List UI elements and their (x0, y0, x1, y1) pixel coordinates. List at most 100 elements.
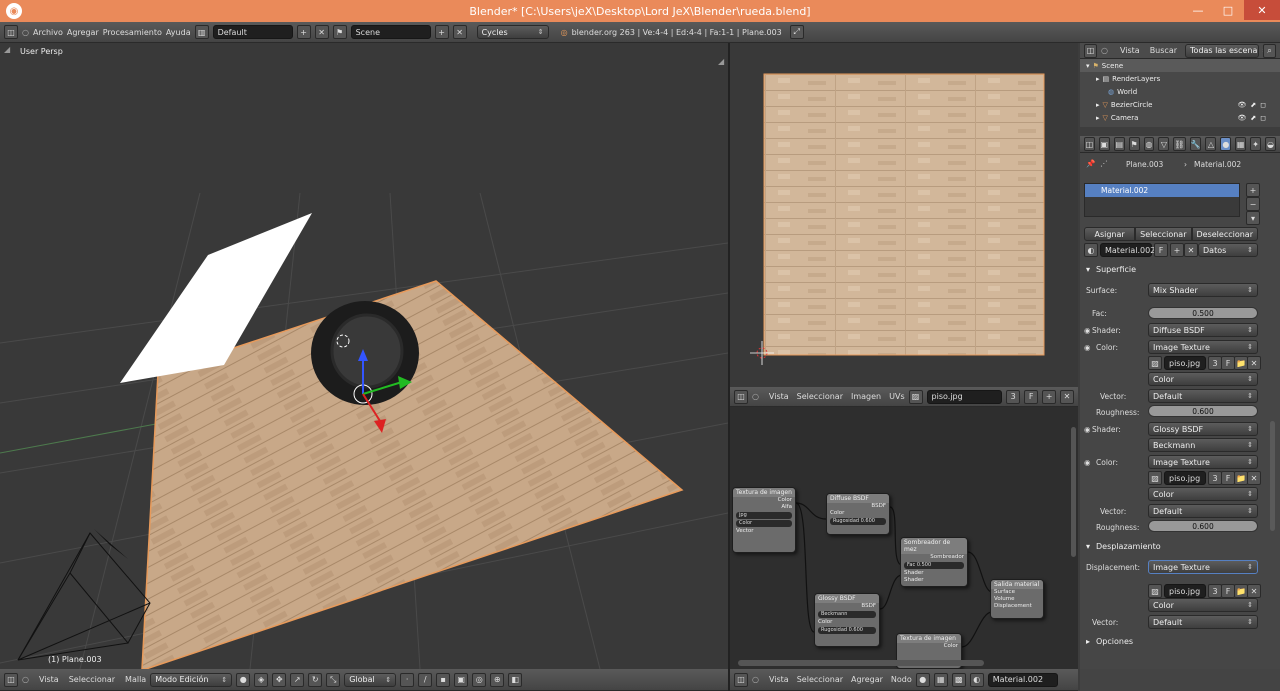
menu-toggle-icon[interactable]: ○ (22, 28, 29, 37)
select-button[interactable]: Seleccionar (1135, 227, 1192, 241)
shader2-dropdown[interactable]: Glossy BSDF (1148, 422, 1258, 436)
3d-viewport[interactable]: User Persp (1) Plane.003 ◢ ◢ (0, 43, 728, 669)
vector3-dropdown[interactable]: Default (1148, 615, 1258, 629)
editor-type-icon[interactable]: ◫ (4, 25, 18, 39)
pin-icon[interactable]: 📌 (1086, 159, 1095, 168)
snap-icon[interactable]: ⊕ (490, 672, 505, 687)
options-panel-title[interactable]: Opciones (1096, 637, 1133, 646)
outliner-filter-dropdown[interactable]: Todas las escena (1185, 43, 1260, 58)
color1-dropdown[interactable]: Image Texture (1148, 340, 1258, 354)
menu-nodo[interactable]: Nodo (891, 675, 912, 684)
node-color-select[interactable]: Color (736, 520, 792, 527)
outliner-item-beziercircle[interactable]: ▸ ▽ BezierCircle 👁⬈◻ (1080, 98, 1280, 111)
img2-field[interactable]: piso.jpg (1164, 471, 1206, 485)
editor-type-icon[interactable]: ◫ (1084, 137, 1095, 151)
img1-fake[interactable]: F (1221, 356, 1235, 370)
node-roughness-field[interactable]: Rugosidad 0.600 (830, 518, 886, 525)
layout-remove-icon[interactable]: ✕ (314, 25, 329, 39)
img1-field[interactable]: piso.jpg (1164, 356, 1206, 370)
expand-icon[interactable]: ▾ (1086, 62, 1090, 70)
image-unlink-icon[interactable]: ✕ (1060, 389, 1074, 404)
socket-color-in[interactable]: Color (815, 619, 879, 626)
socket-surface-in[interactable]: Surface (991, 589, 1043, 596)
fullscreen-icon[interactable]: ⤢ (789, 25, 804, 39)
data-tab-icon[interactable]: △ (1205, 137, 1217, 151)
layout-add-icon[interactable]: + (296, 25, 311, 39)
image-browse-icon[interactable]: ▨ (1148, 584, 1162, 598)
node-roughness-field[interactable]: Rugosidad 0.600 (818, 627, 876, 634)
menu-toggle-icon[interactable]: ○ (752, 675, 759, 684)
expand-icon[interactable]: ▸ (1096, 101, 1100, 109)
assign-button[interactable]: Asignar (1084, 227, 1136, 241)
corner-handle-icon[interactable]: ◢ (718, 57, 724, 66)
img3-color-dropdown[interactable]: Color (1148, 598, 1258, 612)
material-fake-user[interactable]: F (1154, 243, 1168, 257)
constraints-tab-icon[interactable]: ⛓ (1173, 137, 1186, 151)
node-image-texture[interactable]: Textura de imagen Color Alfa jpg Color V… (732, 487, 796, 553)
modifiers-tab-icon[interactable]: 🔧 (1189, 137, 1202, 151)
scene-remove-icon[interactable]: ✕ (452, 25, 467, 39)
shader-nodes-icon[interactable]: ● (915, 672, 930, 687)
menu-agregar[interactable]: Agregar (851, 675, 883, 684)
img1-color-dropdown[interactable]: Color (1148, 372, 1258, 386)
rough1-slider[interactable]: 0.600 (1148, 405, 1258, 417)
menu-agregar[interactable]: Agregar (67, 28, 99, 37)
visibility-icons[interactable]: 👁⬈◻ (1237, 101, 1270, 109)
editor-type-icon[interactable]: ◫ (734, 389, 748, 404)
search-icon[interactable]: ⌕ (1263, 43, 1276, 58)
expand-icon[interactable]: ▸ (1096, 114, 1100, 122)
screen-layout-icon[interactable]: ▥ (194, 25, 209, 39)
scale-icon[interactable]: ⤡ (326, 672, 341, 687)
outliner[interactable]: ▾ ⚑ Scene ▸ ▤ RenderLayers ◍ World ▸ ▽ B… (1080, 59, 1280, 127)
img2-fake[interactable]: F (1221, 471, 1235, 485)
world-tab-icon[interactable]: ◍ (1143, 137, 1155, 151)
expand-icon[interactable]: ▸ (1096, 75, 1100, 83)
close-button[interactable]: ✕ (1244, 0, 1280, 20)
node-diffuse-bsdf[interactable]: Diffuse BSDF BSDF Color Rugosidad 0.600 (826, 493, 890, 535)
img2-unlink-icon[interactable]: ✕ (1247, 471, 1261, 485)
node-editor[interactable]: Textura de imagen Color Alfa jpg Color V… (730, 407, 1078, 669)
image-browse-icon[interactable]: ▨ (1148, 356, 1162, 370)
vector2-dropdown[interactable]: Default (1148, 504, 1258, 518)
orientation-dropdown[interactable]: Global (344, 672, 397, 687)
viewport-shading-icon[interactable]: ● (236, 672, 251, 687)
socket-alpha-out[interactable]: Alfa (733, 504, 795, 511)
render-preview-icon[interactable]: ◧ (508, 672, 523, 687)
visibility-icons[interactable]: 👁⬈◻ (1237, 114, 1270, 122)
material-unlink-icon[interactable]: ✕ (1184, 243, 1198, 257)
render-tab-icon[interactable]: ▣ (1098, 137, 1110, 151)
outliner-item-camera[interactable]: ▸ ▽ Camera 👁⬈◻ (1080, 111, 1280, 124)
socket-icon[interactable]: ◉ (1084, 343, 1091, 352)
menu-malla[interactable]: Malla (125, 675, 146, 684)
texture-nodes-icon[interactable]: ▩ (951, 672, 966, 687)
corner-handle-icon[interactable]: ◢ (4, 45, 10, 54)
maximize-button[interactable]: □ (1214, 0, 1242, 20)
menu-buscar[interactable]: Buscar (1150, 46, 1177, 55)
material-slot-list[interactable]: Material.002 (1084, 183, 1240, 217)
scene-add-icon[interactable]: + (434, 25, 449, 39)
img3-open-icon[interactable]: 📁 (1234, 584, 1248, 598)
socket-vector-in[interactable]: Vector (733, 528, 795, 535)
panel-toggle-icon[interactable]: ▸ (1086, 637, 1090, 646)
translate-icon[interactable]: ↗ (290, 672, 305, 687)
menu-vista[interactable]: Vista (39, 675, 59, 684)
layers-tab-icon[interactable]: ▤ (1113, 137, 1125, 151)
img3-field[interactable]: piso.jpg (1164, 584, 1206, 598)
slot-add-icon[interactable]: + (1246, 183, 1260, 197)
scene-field[interactable]: Scene (350, 25, 431, 39)
texture-tab-icon[interactable]: ▦ (1235, 137, 1247, 151)
surface-panel-title[interactable]: Superficie (1096, 265, 1136, 274)
image-add-icon[interactable]: + (1042, 389, 1057, 404)
node-image-field[interactable]: jpg (736, 512, 792, 519)
object-tab-icon[interactable]: ▽ (1158, 137, 1170, 151)
node-horizontal-scrollbar[interactable] (738, 660, 984, 666)
node-mix-shader[interactable]: Sombreador de mez Sombreador Fac 0.500 S… (900, 537, 968, 587)
node-material-field[interactable]: Material.002 (987, 672, 1058, 687)
editor-type-icon[interactable]: ◫ (1084, 43, 1097, 58)
shader2-distribution-dropdown[interactable]: Beckmann (1148, 438, 1258, 452)
occlude-icon[interactable]: ▣ (454, 672, 469, 687)
slot-move-icon[interactable]: ▾ (1246, 211, 1260, 225)
outliner-scrollbar[interactable] (1080, 127, 1280, 136)
node-material-output[interactable]: Salida material Surface Volume Displacem… (990, 579, 1044, 619)
panel-toggle-icon[interactable]: ▾ (1086, 265, 1090, 274)
